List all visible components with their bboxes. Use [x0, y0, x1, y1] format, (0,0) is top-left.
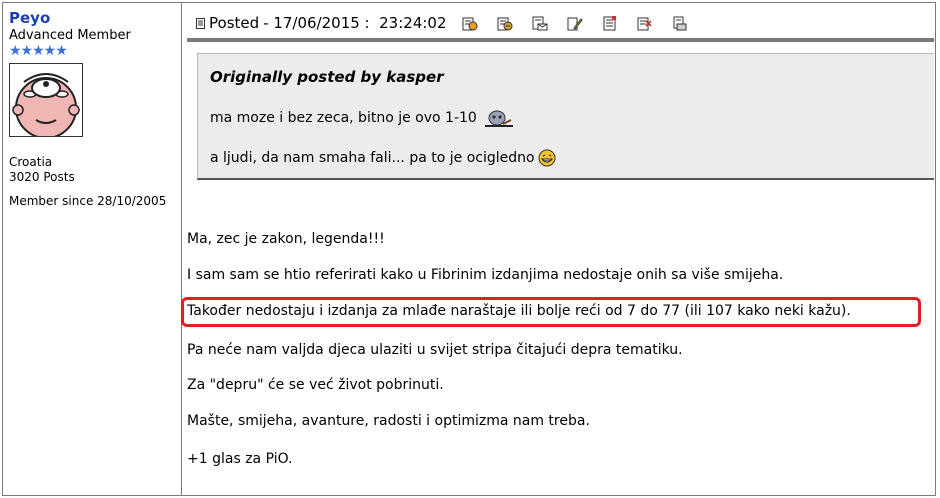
quote-text: ma moze i bez zeca, bitno je ovo 1-10 — [210, 110, 477, 126]
column-divider — [181, 2, 182, 496]
user-rank: Advanced Member — [9, 28, 131, 43]
edit-icon[interactable] — [496, 15, 513, 32]
notes-icon[interactable] — [601, 15, 618, 32]
post-text-line: Za "depru" će se već život pobrinuti. — [187, 377, 444, 393]
header-divider — [187, 38, 934, 42]
user-country: Croatia — [9, 155, 53, 169]
digging-smiley-icon — [484, 110, 513, 127]
member-since: Member since 28/10/2005 — [9, 194, 167, 208]
quote-line: a ljudi, da nam smaha fali... pa to je o… — [210, 149, 556, 167]
reply-quote-icon[interactable] — [461, 15, 478, 32]
delete-icon[interactable] — [636, 15, 653, 32]
post-text-line: Pa neće nam valjda djeca ulaziti u svije… — [187, 342, 683, 358]
post-header: Posted - 17/06/2015 : 23:24:02 — [186, 8, 934, 38]
username-link[interactable]: Peyo — [9, 10, 179, 27]
quote-text: a ljudi, da nam smaha fali... pa to je o… — [210, 150, 535, 166]
posted-date: - 17/06/2015 : 23:24:02 — [263, 14, 447, 32]
quote-line: ma moze i bez zeca, bitno je ovo 1-10 — [210, 107, 515, 129]
rank-stars-icon: ★★★★★ — [9, 43, 68, 59]
post-text-line: Ma, zec je zakon, legenda!!! — [187, 231, 385, 247]
ip-icon[interactable] — [671, 15, 688, 32]
post-text-line: +1 glas za PiO. — [187, 451, 293, 467]
document-icon — [196, 17, 205, 29]
quote-block: Originally posted by kasper ma moze i be… — [197, 53, 934, 180]
post-text-line: I sam sam se htio referirati kako u Fibr… — [187, 267, 784, 283]
post-text-line: Također nedostaju i izdanja za mlađe nar… — [187, 303, 851, 319]
posted-label: Posted — [209, 14, 260, 32]
quote-heading: Originally posted by kasper — [210, 68, 444, 86]
post-text-line: Mašte, smijeha, avanture, radosti i opti… — [187, 413, 590, 429]
laughing-smiley-icon — [538, 149, 556, 167]
user-info: Peyo Advanced Member ★★★★★ Croatia 3020 … — [9, 10, 179, 209]
post-toolbar — [461, 15, 706, 32]
email-icon[interactable] — [531, 15, 548, 32]
user-post-count: 3020 Posts — [9, 170, 75, 184]
avatar — [9, 63, 83, 137]
pencil-icon[interactable] — [566, 15, 583, 32]
